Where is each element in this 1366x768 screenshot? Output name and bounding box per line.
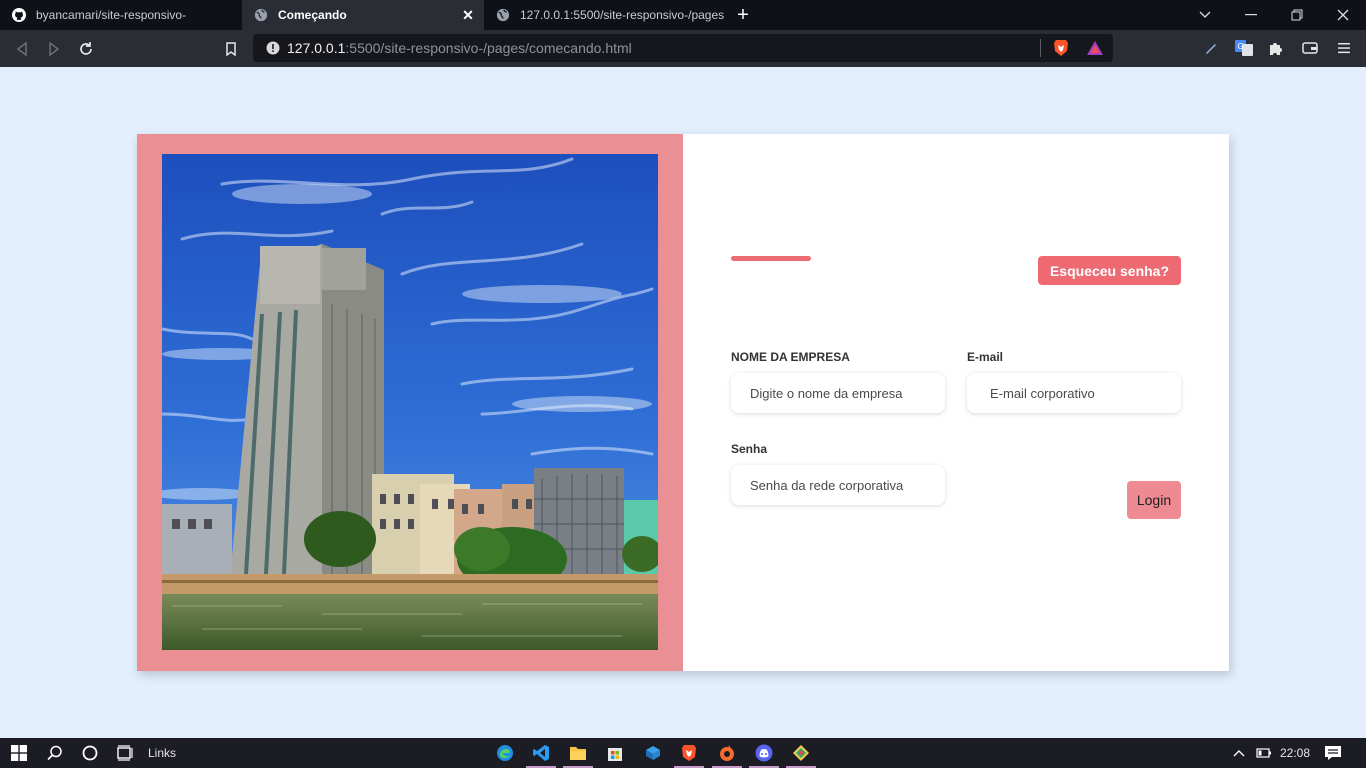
clock-time[interactable]: 22:08 <box>1280 746 1310 760</box>
svg-text:G: G <box>1238 42 1244 51</box>
login-card: Esqueceu senha? NOME DA EMPRESA E-mail S… <box>137 134 1229 671</box>
url-text[interactable]: 127.0.0.1:5500/site-responsivo-/pages/co… <box>287 40 632 56</box>
extensions-icon[interactable] <box>1265 37 1287 59</box>
windows-start-icon[interactable] <box>8 742 30 764</box>
site-info-icon[interactable] <box>262 37 284 59</box>
origin-icon[interactable] <box>712 742 742 768</box>
forward-icon[interactable] <box>43 38 65 60</box>
back-icon[interactable] <box>11 38 33 60</box>
globe-icon <box>496 8 510 22</box>
store-icon[interactable] <box>604 742 626 764</box>
login-form: Esqueceu senha? NOME DA EMPRESA E-mail S… <box>683 134 1229 671</box>
restore-icon[interactable] <box>1274 0 1320 30</box>
tab-localhost[interactable]: 127.0.0.1:5500/site-responsivo-/pages <box>484 0 724 30</box>
company-name-input[interactable] <box>731 373 945 413</box>
tab-title: 127.0.0.1:5500/site-responsivo-/pages <box>520 8 724 22</box>
battery-icon[interactable] <box>1253 742 1275 764</box>
translate-icon[interactable]: G <box>1233 37 1255 59</box>
cortana-icon[interactable] <box>79 742 101 764</box>
reload-icon[interactable] <box>75 38 97 60</box>
company-label: NOME DA EMPRESA <box>731 350 850 364</box>
url-path: :5500/site-responsivo-/pages/comecando.h… <box>345 40 632 56</box>
tab-title: byancamari/site-responsivo- <box>36 8 187 22</box>
discord-icon[interactable] <box>749 742 779 768</box>
wallet-icon[interactable] <box>1299 37 1321 59</box>
close-window-icon[interactable] <box>1320 0 1366 30</box>
new-tab-button[interactable]: + <box>732 4 754 26</box>
login-button[interactable]: Login <box>1127 481 1181 519</box>
brave-rewards-icon[interactable] <box>1084 37 1106 59</box>
url-divider <box>1040 39 1041 57</box>
links-toolbar-label[interactable]: Links <box>148 746 176 760</box>
search-icon[interactable] <box>44 742 66 764</box>
azure-data-studio-icon[interactable] <box>642 742 664 764</box>
menu-icon[interactable] <box>1333 37 1355 59</box>
city-building-image <box>162 154 658 650</box>
tab-search-chevron-icon[interactable] <box>1182 0 1228 30</box>
github-icon <box>12 8 26 22</box>
forgot-password-button[interactable]: Esqueceu senha? <box>1038 256 1181 285</box>
email-input[interactable] <box>967 373 1181 413</box>
brave-taskbar-icon[interactable] <box>674 742 704 768</box>
accent-bar <box>731 256 811 261</box>
pen-icon[interactable] <box>1200 37 1222 59</box>
globe-icon <box>254 8 268 22</box>
photo-frame <box>137 134 683 671</box>
tab-comecando[interactable]: Começando ✕ <box>242 0 484 30</box>
minimize-icon[interactable] <box>1228 0 1274 30</box>
close-icon[interactable]: ✕ <box>460 7 476 23</box>
vscode-icon[interactable] <box>526 742 556 768</box>
url-host: 127.0.0.1 <box>287 40 346 56</box>
tab-github[interactable]: byancamari/site-responsivo- <box>0 0 242 30</box>
git-kraken-icon[interactable] <box>786 742 816 768</box>
windows-taskbar: Links 22:08 <box>0 738 1366 768</box>
password-label: Senha <box>731 442 768 456</box>
brave-shield-icon[interactable] <box>1050 37 1072 59</box>
tab-title: Começando <box>278 8 347 22</box>
email-label: E-mail <box>967 350 1004 364</box>
task-view-icon[interactable] <box>115 742 137 764</box>
file-explorer-icon[interactable] <box>563 742 593 768</box>
notifications-icon[interactable] <box>1322 742 1344 764</box>
tab-bar: byancamari/site-responsivo- Começando ✕ … <box>0 0 1366 30</box>
edge-icon[interactable] <box>494 742 516 764</box>
bookmark-icon[interactable] <box>220 38 242 60</box>
password-input[interactable] <box>731 465 945 505</box>
chevron-up-icon[interactable] <box>1228 742 1250 764</box>
